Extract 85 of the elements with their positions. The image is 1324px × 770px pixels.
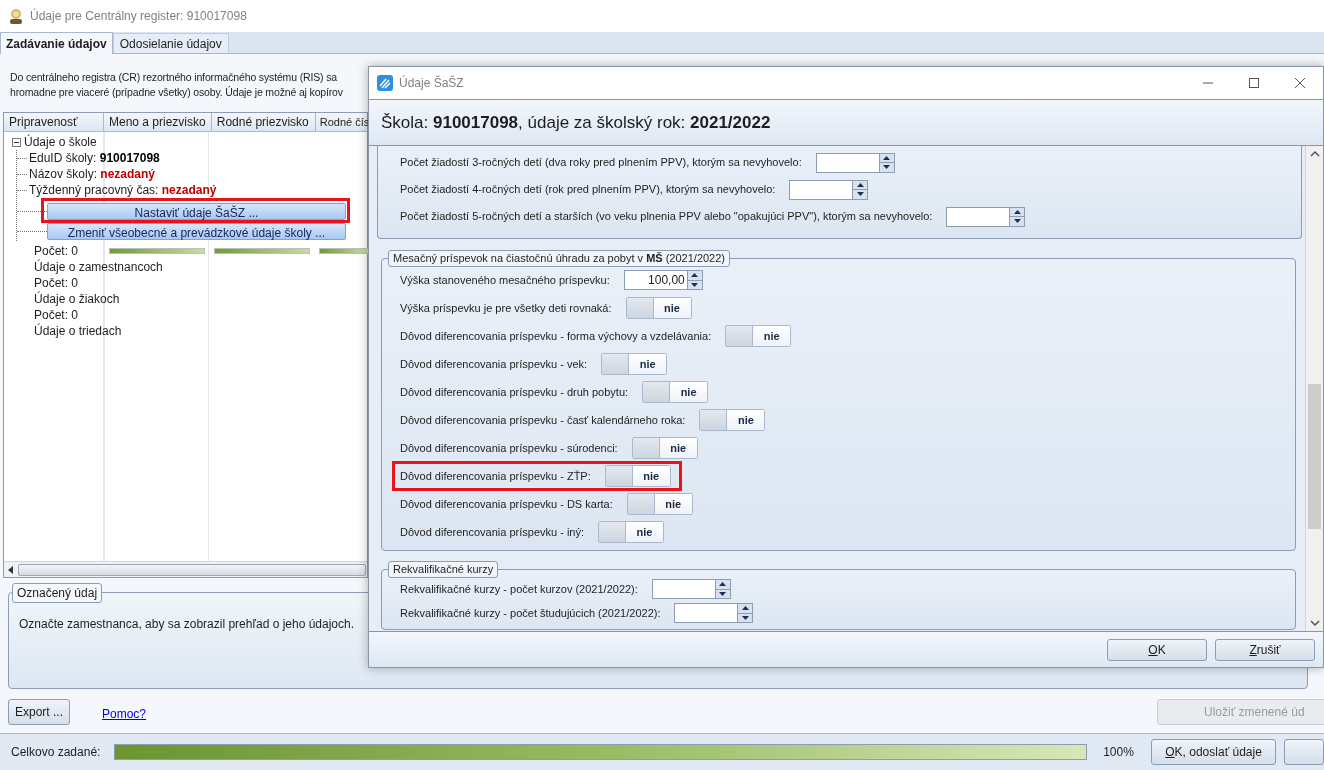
window-title: Údaje pre Centrálny register: 910017098: [30, 7, 247, 25]
tree-item[interactable]: EduID školy: 910017098: [29, 149, 160, 167]
toggle-switch[interactable]: nie: [598, 521, 665, 543]
description-text: Do centrálneho registra (CR) rezortného informačného systému (RIS) sa: [10, 70, 338, 85]
tree-item[interactable]: Počet: 0: [34, 306, 79, 324]
hint-text: Označte zamestnanca, aby sa zobrazil prehľad o jeho údajoch.: [19, 616, 355, 633]
toggle-switch[interactable]: nie: [625, 297, 692, 319]
toggle-switch[interactable]: nie: [601, 353, 668, 375]
field-label: Výška stanoveného mesačného príspevku:: [400, 272, 610, 288]
field-label: Dôvod diferencovania príspevku - vek:: [400, 356, 588, 372]
tree-item[interactable]: Údaje o triedach: [34, 322, 122, 340]
spin-up-icon[interactable]: [719, 582, 727, 587]
toggle-switch[interactable]: nie: [642, 381, 709, 403]
spin-field[interactable]: [789, 179, 869, 200]
spin-down-icon[interactable]: [1013, 219, 1021, 224]
toggle-switch[interactable]: nie: [631, 437, 698, 459]
dialog-button[interactable]: Zrušiť: [1215, 638, 1315, 661]
field-label: Dôvod diferencovania príspevku - ZŤP:: [400, 468, 591, 484]
action-button[interactable]: Nastaviť údaje ŠaŠZ ...: [47, 203, 346, 220]
tree-item[interactable]: Týždenný pracovný čas: nezadaný: [29, 181, 217, 199]
tree-item[interactable]: Počet: 0: [34, 242, 79, 260]
field-label: Dôvod diferencovania príspevku - súrodenci:: [400, 440, 618, 456]
spin-down-icon[interactable]: [883, 165, 891, 170]
spin-down-icon[interactable]: [856, 192, 864, 197]
column-header[interactable]: Rodné čís: [315, 113, 370, 131]
field-label: Počet žiadostí 4-ročných detí (rok pred plnením PPV), ktorým sa nevyhovelo:: [400, 182, 776, 198]
spin-field[interactable]: [651, 579, 731, 599]
field-label: Dôvod diferencovania príspevku - druh pobytu:: [400, 384, 629, 400]
field-label: Dôvod diferencovania príspevku - iný:: [400, 524, 585, 540]
toggle-switch[interactable]: nie: [604, 465, 671, 487]
maximize-icon: [1248, 77, 1260, 89]
tree-item[interactable]: Údaje o žiakoch: [34, 290, 120, 308]
scroll-up-icon[interactable]: [1309, 150, 1320, 158]
description-text: hromadne pre viaceré (prípadne všetky) osoby. Údaje je možné aj kopírov: [10, 85, 344, 100]
dialog-heading: Škola: 910017098, údaje za školský rok: 2021/2022: [381, 111, 771, 134]
send-button[interactable]: OK, odoslať údaje: [1150, 739, 1277, 765]
tree-item[interactable]: Počet: 0: [34, 274, 79, 292]
group-title: Mesačný príspevok na čiastočnú úhradu za pobyt v MŠ (2021/2022): [388, 250, 731, 267]
field-label: Rekvalifikačné kurzy - počet kurzov (2021/2022):: [400, 581, 638, 597]
tree-item[interactable]: Údaje o škole: [24, 133, 97, 151]
scrollbar-thumb[interactable]: [1308, 384, 1321, 529]
column-header[interactable]: Rodné priezvisko: [211, 113, 316, 131]
field-label: Počet žiadostí 5-ročných detí a starších (vo veku plnenia PPV alebo "opakujúci PPV"), ktorým sa nevyhovelo:: [400, 209, 933, 225]
collapse-icon[interactable]: [12, 137, 21, 147]
spin-down-icon[interactable]: [719, 591, 727, 596]
toggle-switch[interactable]: nie: [725, 325, 792, 347]
field-label: Dôvod diferencovania príspevku - forma výchovy a vzdelávania:: [400, 328, 712, 344]
spin-up-icon[interactable]: [856, 182, 864, 187]
spin-down-icon[interactable]: [741, 615, 749, 620]
app-icon: [8, 8, 24, 24]
field-label: Dôvod diferencovania príspevku - DS karta:: [400, 496, 613, 512]
field-label: Počet žiadostí 3-ročných detí (dva roky pred plnením PPV), ktorým sa nevyhovelo:: [400, 155, 802, 171]
action-button[interactable]: Export ...: [8, 699, 70, 725]
spin-field[interactable]: [674, 603, 754, 623]
percent-label: 100%: [1103, 744, 1135, 761]
spin-up-icon[interactable]: [1013, 209, 1021, 214]
status-label: Celkovo zadané:: [11, 744, 102, 761]
spin-field[interactable]: [946, 206, 1026, 227]
app-icon: [377, 75, 393, 91]
tab[interactable]: Odosielanie údajov: [112, 33, 229, 53]
dialog-button[interactable]: OK: [1107, 638, 1207, 661]
field-label: Výška príspevku je pre všetky deti rovnaká:: [400, 300, 612, 316]
dialog-title: Údaje ŠaŠZ: [399, 74, 464, 92]
toggle-switch[interactable]: nie: [699, 409, 766, 431]
field-label: Rekvalifikačné kurzy - počet študujúcich (2021/2022):: [400, 605, 661, 621]
scroll-down-icon[interactable]: [1309, 619, 1320, 627]
spin-up-icon[interactable]: [741, 606, 749, 611]
spin-up-icon[interactable]: [691, 273, 699, 278]
field-label: Dôvod diferencovania príspevku - časť kalendárneho roka:: [400, 412, 686, 428]
help-link[interactable]: Pomoc?: [102, 705, 147, 723]
group-title: Označený údaj: [12, 583, 103, 603]
column-header[interactable]: Pripravenosť: [4, 113, 104, 131]
tree-item[interactable]: Názov školy: nezadaný: [29, 165, 156, 183]
column-header[interactable]: Meno a priezvisko: [104, 113, 212, 131]
spin-up-icon[interactable]: [883, 155, 891, 160]
toggle-switch[interactable]: nie: [626, 493, 693, 515]
spin-field[interactable]: [815, 152, 895, 173]
spin-down-icon[interactable]: [691, 282, 699, 287]
action-button[interactable]: Zmeniť všeobecné a prevádzkové údaje školy ...: [47, 223, 346, 240]
tab[interactable]: Zadávanie údajov: [0, 32, 113, 54]
close-icon: [1294, 77, 1306, 89]
scrollbar-thumb[interactable]: [18, 563, 366, 576]
tree-item[interactable]: Údaje o zamestnancoch: [34, 258, 163, 276]
spin-field[interactable]: 100,00: [623, 270, 703, 290]
group-title: Rekvalifikačné kurzy: [388, 561, 499, 578]
